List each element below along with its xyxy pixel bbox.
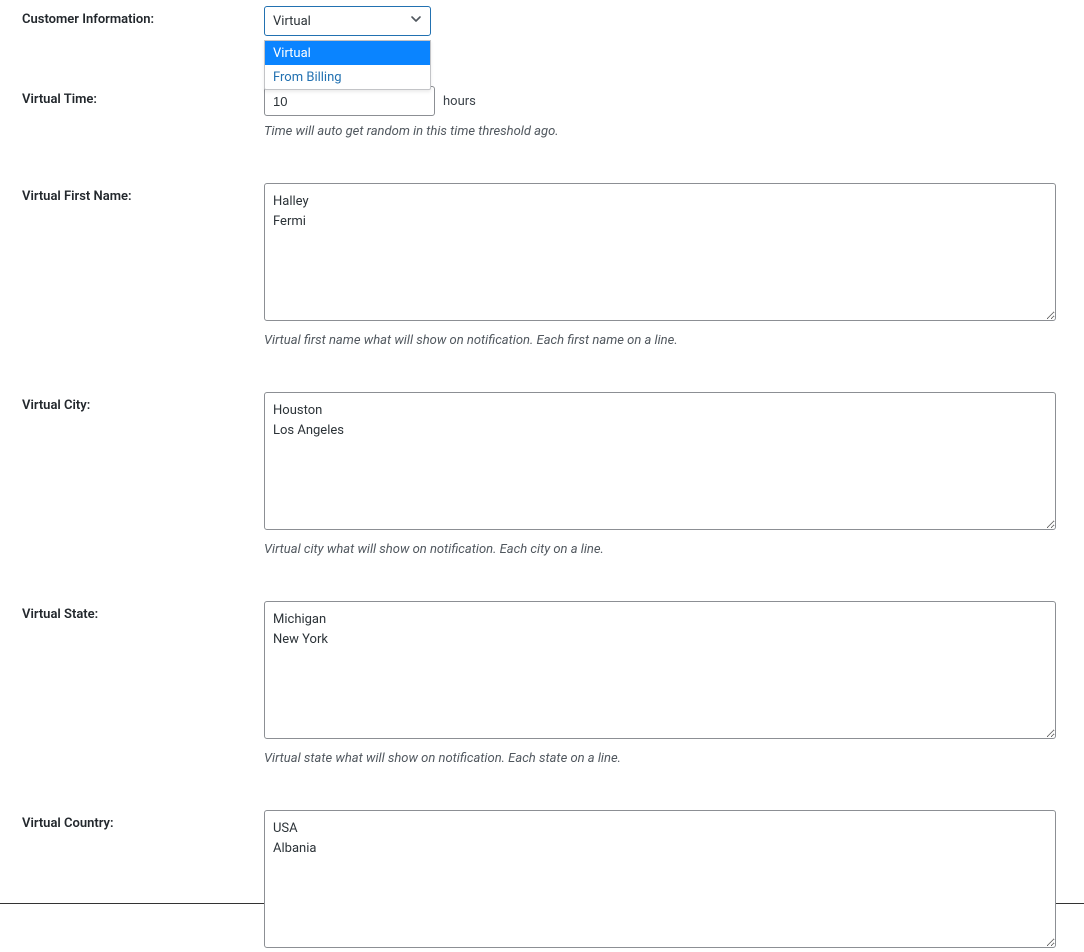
virtual-city-label: Virtual City: <box>22 392 264 413</box>
virtual-time-unit: hours <box>443 94 476 109</box>
virtual-state-label: Virtual State: <box>22 601 264 622</box>
customer-information-label: Customer Information: <box>22 6 264 27</box>
virtual-country-label: Virtual Country: <box>22 810 264 831</box>
virtual-state-help: Virtual state what will show on notifica… <box>264 751 1064 766</box>
virtual-state-textarea[interactable] <box>264 601 1056 739</box>
customer-information-selected-value: Virtual <box>273 14 311 29</box>
chevron-down-icon <box>410 13 422 29</box>
virtual-first-name-textarea[interactable] <box>264 183 1056 321</box>
customer-information-select[interactable]: Virtual <box>264 6 431 36</box>
virtual-first-name-label: Virtual First Name: <box>22 183 264 204</box>
virtual-city-textarea[interactable] <box>264 392 1056 530</box>
customer-information-dropdown: Virtual From Billing <box>264 40 431 90</box>
virtual-first-name-help: Virtual first name what will show on not… <box>264 333 1064 348</box>
dropdown-option-virtual[interactable]: Virtual <box>265 41 430 65</box>
virtual-time-help: Time will auto get random in this time t… <box>264 124 1064 139</box>
virtual-city-help: Virtual city what will show on notificat… <box>264 542 1064 557</box>
virtual-country-textarea[interactable] <box>264 810 1056 948</box>
dropdown-option-from-billing[interactable]: From Billing <box>265 65 430 89</box>
virtual-time-input[interactable] <box>264 86 435 116</box>
virtual-time-label: Virtual Time: <box>22 86 264 107</box>
